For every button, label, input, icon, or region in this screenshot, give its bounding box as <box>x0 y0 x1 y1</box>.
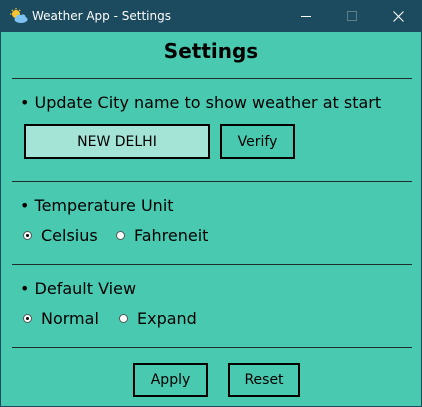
maximize-icon <box>346 7 358 26</box>
minimize-icon <box>300 7 312 26</box>
page-title: Settings <box>163 39 259 63</box>
divider <box>12 347 412 348</box>
radio-checked-icon <box>23 231 32 240</box>
settings-window: Weather App - Settings Settings • Update… <box>0 0 422 407</box>
city-name-input[interactable] <box>24 124 210 159</box>
radio-expand[interactable]: Expand <box>119 309 197 328</box>
close-button[interactable] <box>375 1 421 32</box>
radio-checked-icon <box>23 314 32 323</box>
default-view-label: • Default View <box>20 279 137 298</box>
minimize-button[interactable] <box>283 1 329 32</box>
reset-button[interactable]: Reset <box>228 363 300 397</box>
apply-button[interactable]: Apply <box>133 363 208 397</box>
weather-app-icon <box>10 8 28 24</box>
divider <box>12 78 412 79</box>
radio-celsius[interactable]: Celsius <box>23 226 98 245</box>
maximize-button[interactable] <box>329 1 375 32</box>
radio-fahrenheit-label: Fahreneit <box>134 226 209 245</box>
radio-fahrenheit[interactable]: Fahreneit <box>116 226 208 245</box>
verify-button[interactable]: Verify <box>220 124 295 159</box>
radio-normal[interactable]: Normal <box>23 309 99 328</box>
close-icon <box>392 7 404 26</box>
radio-normal-label: Normal <box>41 309 99 328</box>
window-title: Weather App - Settings <box>32 9 171 23</box>
temperature-unit-label: • Temperature Unit <box>20 196 174 215</box>
radio-unchecked-icon <box>119 314 128 323</box>
city-section-label: • Update City name to show weather at st… <box>20 93 382 112</box>
divider <box>12 264 412 265</box>
title-bar[interactable]: Weather App - Settings <box>1 1 421 32</box>
radio-unchecked-icon <box>116 231 125 240</box>
radio-celsius-label: Celsius <box>41 226 98 245</box>
divider <box>12 181 412 182</box>
radio-expand-label: Expand <box>137 309 197 328</box>
